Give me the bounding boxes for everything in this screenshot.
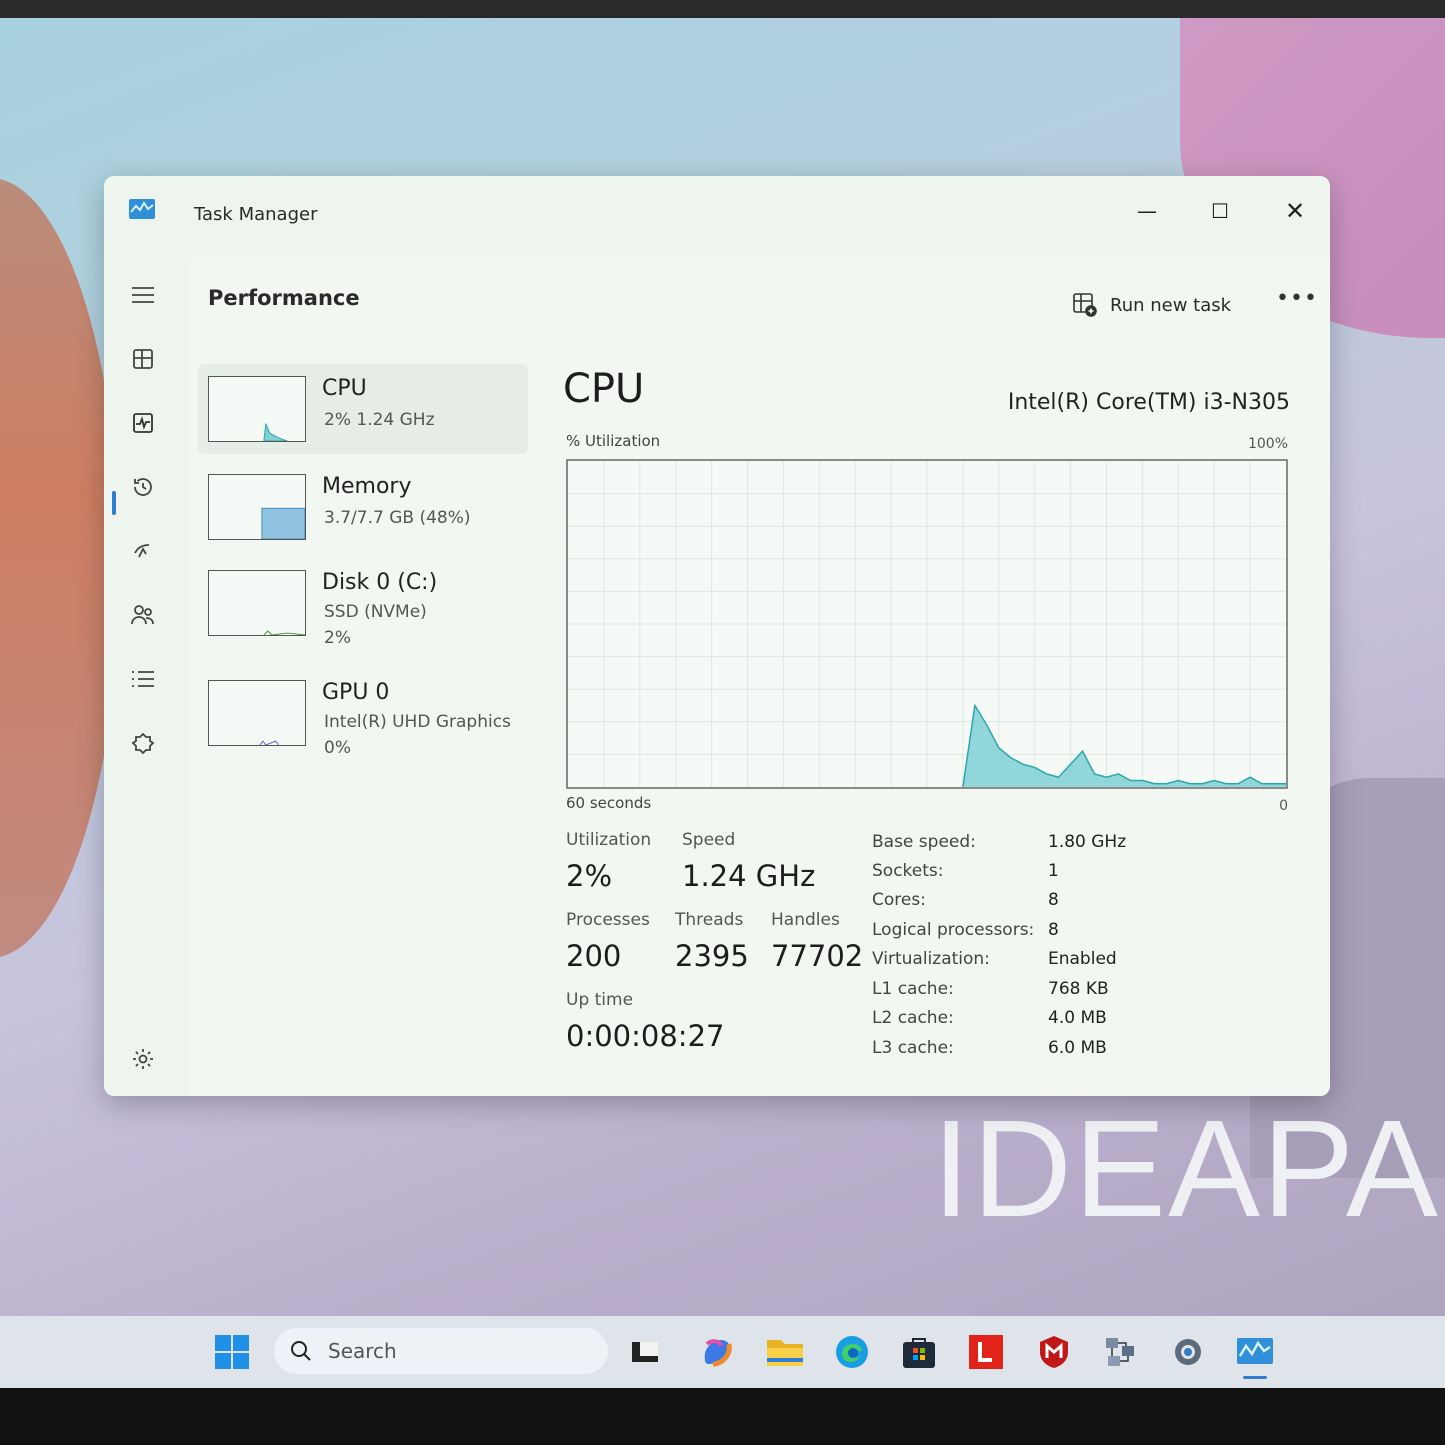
cpu-chart-svg: [566, 459, 1288, 789]
spec-value: 768 KB: [1048, 979, 1109, 999]
spec-value: 4.0 MB: [1048, 1008, 1107, 1028]
screen-bezel-bottom: [0, 1388, 1445, 1445]
threads-value: 2395: [675, 939, 749, 973]
search-icon: [291, 1341, 311, 1361]
wallpaper-brand-text: IDEAPA: [932, 1092, 1440, 1246]
handles-label: Handles: [771, 910, 840, 930]
device-usage: 2%: [324, 628, 351, 648]
l-app-icon[interactable]: [966, 1332, 1006, 1372]
device-name: Memory: [322, 474, 412, 499]
spec-key: Sockets:: [872, 861, 944, 881]
task-manager-window: Task Manager — ☐ ✕ Performance Run new t…: [104, 176, 1330, 1096]
device-usage: 0%: [324, 738, 351, 758]
run-new-task-button[interactable]: Run new task: [1072, 292, 1231, 318]
device-item-gpu[interactable]: GPU 0 Intel(R) UHD Graphics 0%: [198, 668, 528, 758]
spec-value: 8: [1048, 920, 1059, 940]
taskbar: Search: [0, 1316, 1445, 1388]
task-manager-icon[interactable]: [1235, 1332, 1275, 1372]
performance-icon[interactable]: [126, 406, 160, 440]
device-detail: 3.7/7.7 GB (48%): [324, 508, 471, 528]
run-new-task-label: Run new task: [1110, 294, 1232, 316]
screen-bezel-top: [0, 0, 1445, 18]
y-axis-max-label: 100%: [1247, 436, 1288, 452]
performance-page: Performance Run new task ••• CPU 2% 1.24…: [190, 256, 1330, 1096]
search-placeholder: Search: [328, 1339, 397, 1363]
navigation-rail: [104, 256, 190, 1096]
network-app-icon[interactable]: [1101, 1332, 1141, 1372]
settings-icon[interactable]: [1168, 1332, 1208, 1372]
utilization-value: 2%: [566, 859, 613, 893]
file-explorer-icon[interactable]: [765, 1332, 805, 1372]
spec-value: 6.0 MB: [1048, 1038, 1107, 1058]
speed-value: 1.24 GHz: [682, 859, 816, 893]
minimize-button[interactable]: —: [1124, 194, 1170, 228]
spec-value: 8: [1048, 890, 1059, 910]
processes-label: Processes: [566, 910, 650, 930]
device-detail: 2% 1.24 GHz: [324, 410, 435, 430]
task-manager-app-icon: [129, 199, 155, 219]
utilization-label: Utilization: [566, 830, 652, 850]
users-icon[interactable]: [126, 598, 160, 632]
spec-key: Cores:: [872, 890, 926, 910]
task-view-icon[interactable]: [625, 1332, 665, 1372]
threads-label: Threads: [675, 910, 744, 930]
handles-value: 77702: [771, 939, 864, 973]
wallpaper-shape-orange: [0, 178, 120, 958]
run-task-icon: [1073, 293, 1097, 317]
settings-gear-icon[interactable]: [126, 1042, 160, 1076]
window-title: Task Manager: [194, 204, 318, 225]
device-item-cpu[interactable]: CPU 2% 1.24 GHz: [198, 364, 528, 454]
gpu-thumbnail-graph: [208, 680, 306, 746]
x-axis-time-label: 60 seconds: [566, 794, 652, 812]
edge-icon[interactable]: [832, 1332, 872, 1372]
device-item-disk[interactable]: Disk 0 (C:) SSD (NVMe) 2%: [198, 558, 528, 648]
selected-nav-indicator: [112, 491, 116, 515]
uptime-value: 0:00:08:27: [566, 1019, 725, 1053]
details-icon[interactable]: [126, 662, 160, 696]
y-axis-min-label: 0: [1279, 798, 1288, 814]
close-button[interactable]: ✕: [1272, 194, 1318, 228]
disk-thumbnail-graph: [208, 570, 306, 636]
spec-key: Base speed:: [872, 832, 976, 852]
spec-key: L3 cache:: [872, 1038, 954, 1058]
cpu-thumbnail-graph: [208, 376, 306, 442]
spec-value: 1.80 GHz: [1048, 832, 1127, 852]
speed-label: Speed: [682, 830, 736, 850]
spec-key: Logical processors:: [872, 920, 1035, 940]
start-icon[interactable]: [212, 1332, 252, 1372]
spec-key: L1 cache:: [872, 979, 954, 999]
spec-key: L2 cache:: [872, 1008, 954, 1028]
store-icon[interactable]: [899, 1332, 939, 1372]
maximize-button[interactable]: ☐: [1197, 194, 1243, 228]
app-history-icon[interactable]: [126, 470, 160, 504]
cpu-utilization-chart: [566, 459, 1288, 789]
processes-value: 200: [566, 939, 622, 973]
spec-value: 1: [1048, 861, 1059, 881]
device-name: CPU: [322, 376, 367, 401]
title-bar[interactable]: Task Manager — ☐ ✕: [104, 176, 1330, 256]
spec-key: Virtualization:: [872, 949, 990, 969]
startup-apps-icon[interactable]: [126, 534, 160, 568]
hamburger-menu-icon[interactable]: [126, 278, 160, 312]
detail-heading: CPU: [563, 366, 645, 412]
spec-value: Enabled: [1048, 949, 1117, 969]
device-name: GPU 0: [322, 680, 390, 705]
device-item-memory[interactable]: Memory 3.7/7.7 GB (48%): [198, 462, 528, 552]
more-options-button[interactable]: •••: [1276, 286, 1318, 311]
device-name: Disk 0 (C:): [322, 570, 438, 595]
services-icon[interactable]: [126, 726, 160, 760]
utilization-axis-label: % Utilization: [566, 432, 661, 450]
mcafee-icon[interactable]: [1034, 1332, 1074, 1372]
chart-grid: [568, 461, 1286, 787]
device-type: SSD (NVMe): [324, 602, 427, 622]
page-title: Performance: [208, 286, 360, 310]
search-input[interactable]: Search: [274, 1328, 608, 1374]
memory-thumbnail-graph: [208, 474, 306, 540]
uptime-label: Up time: [566, 990, 634, 1010]
device-model: Intel(R) UHD Graphics: [324, 712, 511, 732]
active-app-indicator: [1243, 1376, 1267, 1379]
cpu-model-name: Intel(R) Core(TM) i3-N305: [1007, 390, 1290, 415]
processes-icon[interactable]: [126, 342, 160, 376]
copilot-icon[interactable]: [697, 1332, 737, 1372]
